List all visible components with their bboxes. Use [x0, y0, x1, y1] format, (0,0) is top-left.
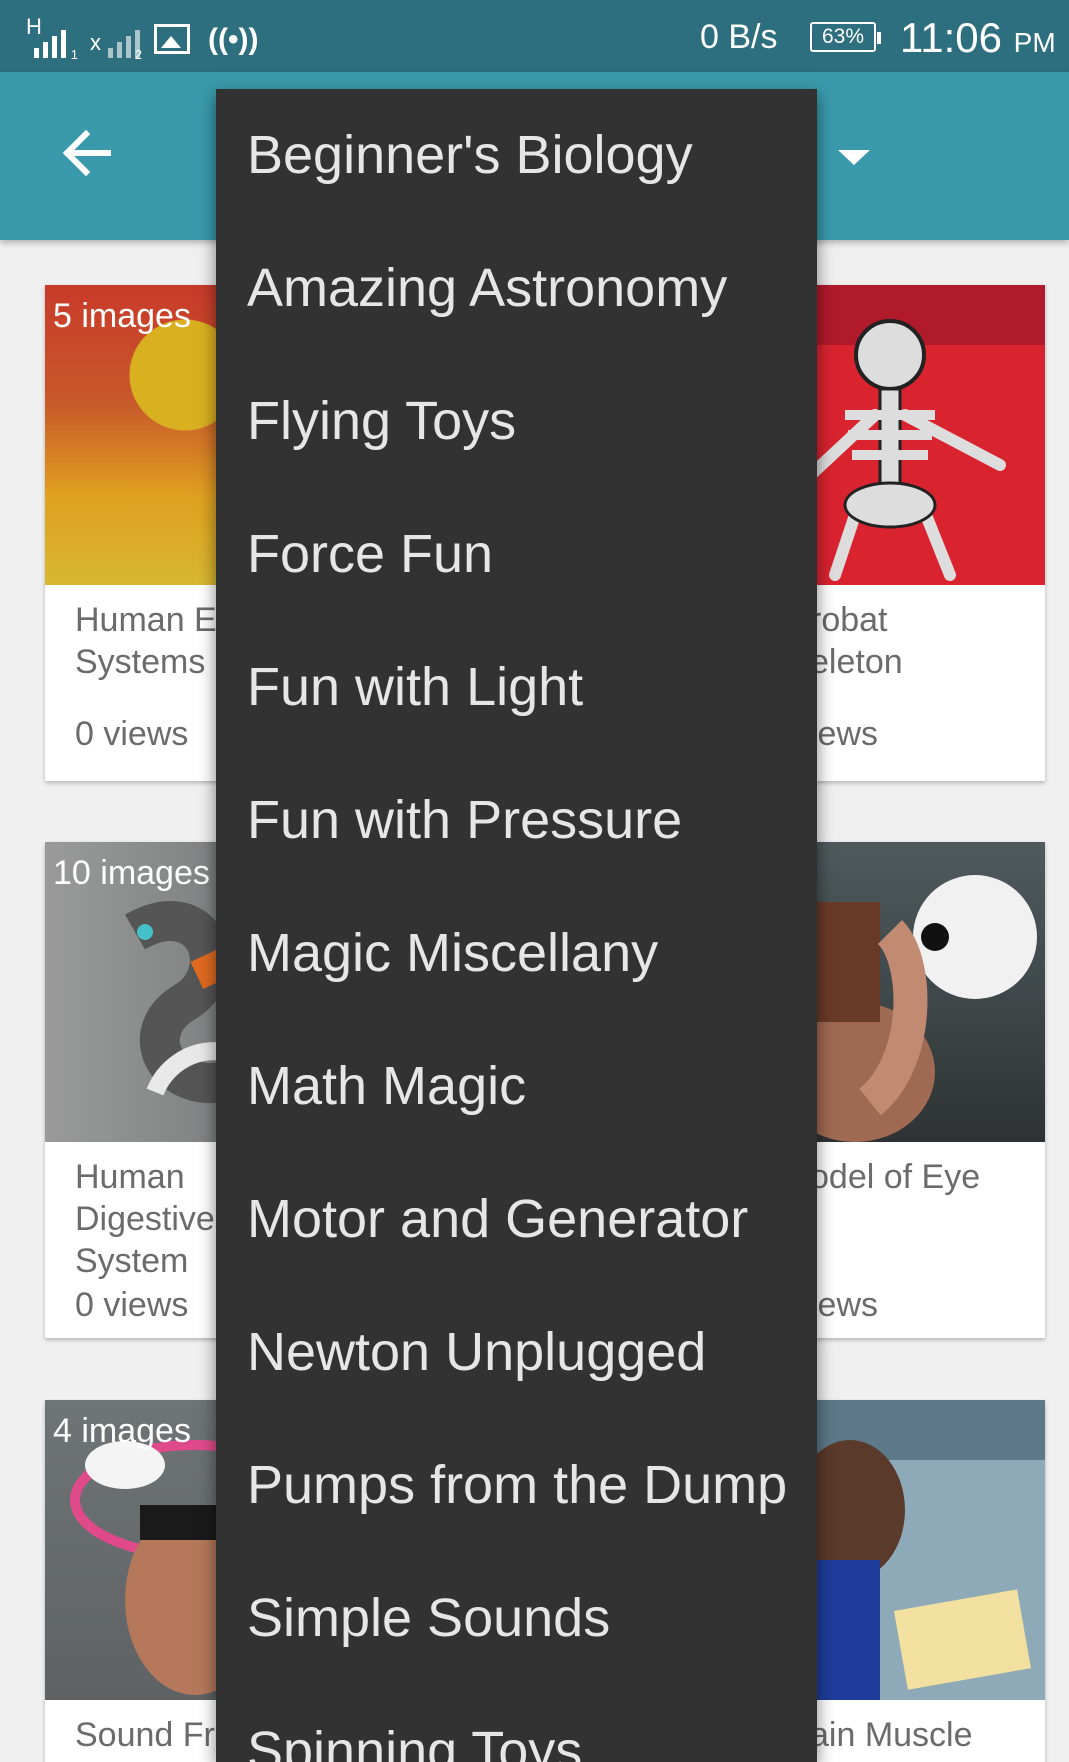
menu-item-motor-and-generator[interactable]: Motor and Generator — [216, 1153, 817, 1286]
menu-item-fun-with-light[interactable]: Fun with Light — [216, 621, 817, 754]
card-title: Sound Fr Where — [75, 1716, 215, 1762]
sim1-index: 1 — [70, 47, 78, 62]
menu-item-beginners-biology[interactable]: Beginner's Biology — [216, 89, 817, 222]
no-signal-label: x — [90, 30, 101, 55]
arrow-left-icon — [62, 129, 111, 177]
card-title: Human E Systems — [75, 601, 217, 681]
menu-item-fun-with-pressure[interactable]: Fun with Pressure — [216, 754, 817, 887]
menu-item-flying-toys[interactable]: Flying Toys — [216, 355, 817, 488]
clock: 11:06 PM — [900, 14, 1056, 62]
menu-item-pumps-from-the-dump[interactable]: Pumps from the Dump — [216, 1419, 817, 1552]
battery-icon: 63% — [810, 22, 881, 52]
view-count: iews — [810, 1286, 879, 1324]
card-title: odel of Eye — [810, 1158, 981, 1196]
view-count: 0 views — [75, 1286, 189, 1324]
menu-item-magic-miscellany[interactable]: Magic Miscellany — [216, 887, 817, 1020]
view-count: 0 views — [75, 715, 189, 753]
gallery-notification-icon — [154, 24, 190, 54]
menu-item-force-fun[interactable]: Force Fun — [216, 488, 817, 621]
menu-item-spinning-toys[interactable]: Spinning Toys — [216, 1685, 817, 1762]
sim2-signal-icon: x 2 — [90, 18, 142, 62]
status-icons: H 1 x 2 ((•)) — [26, 12, 259, 62]
network-speed: 0 B/s — [700, 18, 778, 56]
hotspot-icon: ((•)) — [208, 23, 259, 56]
back-button[interactable] — [52, 118, 122, 188]
menu-item-amazing-astronomy[interactable]: Amazing Astronomy — [216, 222, 817, 355]
view-count: iews — [810, 715, 879, 753]
clock-ampm: PM — [1013, 27, 1056, 58]
card-title: robat eleton — [810, 601, 903, 681]
caret-down-icon[interactable] — [836, 146, 872, 168]
sim2-index: 2 — [134, 47, 142, 62]
menu-item-newton-unplugged[interactable]: Newton Unplugged — [216, 1286, 817, 1419]
menu-item-math-magic[interactable]: Math Magic — [216, 1020, 817, 1153]
menu-item-simple-sounds[interactable]: Simple Sounds — [216, 1552, 817, 1685]
sim1-signal-icon: H 1 — [26, 14, 78, 62]
clock-time: 11:06 — [900, 14, 1002, 61]
card-title: ain Muscle ordination — [810, 1716, 973, 1762]
status-bar: H 1 x 2 ((•)) 0 B/s 63% 11:06 PM — [0, 0, 1069, 72]
category-dropdown-menu: Beginner's Biology Amazing Astronomy Fly… — [216, 89, 817, 1762]
card-title: Human Digestive System — [75, 1158, 215, 1280]
